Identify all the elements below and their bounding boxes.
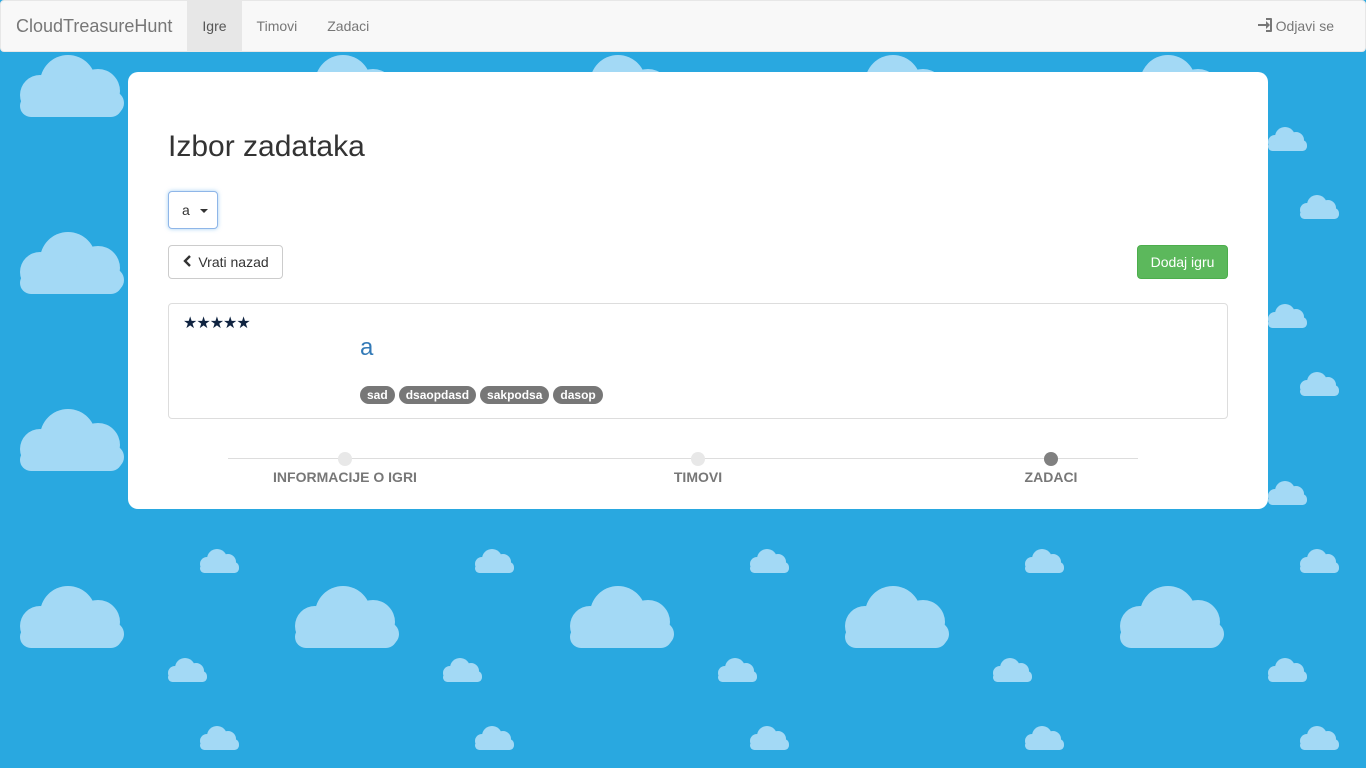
logout-label: Odjavi se: [1275, 18, 1334, 34]
logout-link[interactable]: Odjavi se: [1242, 1, 1349, 51]
step-label-timovi[interactable]: TIMOVI: [674, 469, 722, 485]
main-panel: Izbor zadataka a Vrati nazad Dodaj igru …: [128, 72, 1268, 509]
sign-in-icon: [1257, 17, 1273, 36]
back-button[interactable]: Vrati nazad: [168, 245, 283, 279]
tag-list: sad dsaopdasd sakpodsa dasop: [360, 386, 603, 404]
tag: dsaopdasd: [398, 386, 477, 404]
task-title[interactable]: a: [360, 334, 373, 362]
tag: sakpodsa: [480, 386, 550, 404]
navbar: CloudTreasureHunt Igre Timovi Zadaci Odj…: [0, 0, 1366, 52]
step-dot-timovi: [691, 452, 705, 466]
select-value: a: [182, 202, 190, 218]
chevron-left-icon: [182, 254, 192, 270]
nav-item-zadaci[interactable]: Zadaci: [312, 1, 384, 51]
caret-down-icon: [200, 209, 208, 213]
wizard-progress-line: [228, 458, 1138, 459]
game-select[interactable]: a: [168, 191, 218, 229]
step-dot-informacije: [338, 452, 352, 466]
step-dot-zadaci: [1044, 452, 1058, 466]
nav-item-timovi[interactable]: Timovi: [242, 1, 313, 51]
add-game-button[interactable]: Dodaj igru: [1137, 245, 1228, 279]
rating-stars: ★★★★★: [183, 315, 251, 332]
tag: dasop: [553, 386, 603, 404]
task-card[interactable]: ★★★★★ a sad dsaopdasd sakpodsa dasop: [168, 303, 1228, 419]
back-button-label: Vrati nazad: [198, 254, 269, 270]
step-label-zadaci[interactable]: ZADACI: [1025, 469, 1078, 485]
tag: sad: [360, 386, 395, 404]
nav-item-igre[interactable]: Igre: [187, 1, 242, 51]
step-label-informacije[interactable]: INFORMACIJE O IGRI: [273, 469, 417, 485]
brand-link[interactable]: CloudTreasureHunt: [1, 1, 187, 51]
page-title: Izbor zadataka: [168, 130, 365, 163]
